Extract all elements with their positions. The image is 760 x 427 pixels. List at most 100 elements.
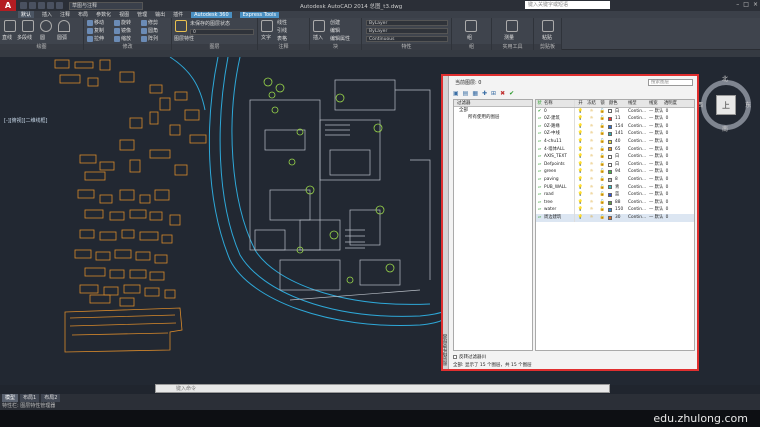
sun-icon[interactable]: ☼ <box>586 199 597 207</box>
unlock-icon[interactable]: 🔓 <box>597 108 608 116</box>
layer-name[interactable]: water <box>543 206 575 214</box>
sun-icon[interactable]: ☼ <box>586 206 597 214</box>
layer-lineweight[interactable]: — 默认 <box>649 115 664 123</box>
bulb-icon[interactable]: 💡 <box>575 108 586 116</box>
col-name[interactable]: 名称 <box>543 100 575 107</box>
layer-transparency[interactable]: 0 <box>664 168 670 176</box>
invert-filter-checkbox[interactable] <box>453 354 457 359</box>
unlock-icon[interactable]: 🔓 <box>597 184 608 192</box>
unlock-icon[interactable]: 🔓 <box>597 176 608 184</box>
move-tool[interactable]: 移动 <box>87 19 104 26</box>
col-transparency[interactable]: 透明度 <box>664 100 677 107</box>
col-freeze[interactable]: 冻结 <box>586 100 597 107</box>
bulb-icon[interactable]: 💡 <box>575 176 586 184</box>
mirror-tool[interactable]: 镜像 <box>114 27 131 34</box>
layer-row[interactable]: ▱ 0Z-路缘 💡 ☼ 🔓 154 Contin... — 默认 0 <box>536 122 694 131</box>
layer-lineweight[interactable]: — 默认 <box>649 168 664 176</box>
layer-properties-icon[interactable] <box>175 20 187 32</box>
bulb-icon[interactable]: 💡 <box>575 214 586 222</box>
polyline-label[interactable]: 多段线 <box>17 34 32 41</box>
layer-transparency[interactable]: 0 <box>664 176 670 184</box>
rotate-tool[interactable]: 旋转 <box>114 19 131 26</box>
layer-transparency[interactable]: 0 <box>664 191 670 199</box>
layer-lineweight[interactable]: — 默认 <box>649 130 664 138</box>
insert-block-icon[interactable] <box>313 20 325 32</box>
tab-model[interactable]: 模型 <box>2 394 19 402</box>
bulb-icon[interactable]: 💡 <box>575 184 586 192</box>
layer-linetype[interactable]: Contin... <box>628 191 649 199</box>
layer-status-icon[interactable]: ▱ <box>536 214 543 222</box>
layer-status-icon[interactable]: ▱ <box>536 153 543 161</box>
layer-color[interactable]: 154 <box>614 123 628 131</box>
layer-status-icon[interactable]: ▱ <box>536 199 543 207</box>
bulb-icon[interactable]: 💡 <box>575 191 586 199</box>
layer-row[interactable]: ▱ PUB_WALL 💡 ☼ 🔓 青 Contin... — 默认 0 <box>536 183 694 192</box>
stretch-tool[interactable]: 拉伸 <box>87 35 104 42</box>
arc-icon[interactable] <box>58 20 70 32</box>
sun-icon[interactable]: ☼ <box>586 146 597 154</box>
filter-used-layers[interactable]: 所有使用的图层 <box>454 114 532 121</box>
linetype-dropdown[interactable]: Continuous <box>366 36 448 42</box>
tab-view[interactable]: 视图 <box>119 11 129 18</box>
layer-transparency[interactable]: 0 <box>664 199 670 207</box>
layer-status-icon[interactable]: ▱ <box>536 146 543 154</box>
tab-layout2[interactable]: 布局2 <box>41 394 61 402</box>
open-icon[interactable] <box>29 2 36 9</box>
layer-name[interactable]: 0Z-建筑 <box>543 115 575 123</box>
layer-row[interactable]: ▱ 4-墙体ALL 💡 ☼ 🔓 65 Contin... — 默认 0 <box>536 145 694 154</box>
new-vp-layer-icon[interactable]: ⊞ <box>491 90 496 97</box>
copy-tool[interactable]: 复制 <box>87 27 104 34</box>
text-icon[interactable] <box>261 20 273 32</box>
workspace-select[interactable]: 草图与注释 <box>69 1 143 10</box>
layer-row[interactable]: ▱ AXIS_TEXT 💡 ☼ 🔓 白 Contin... — 默认 0 <box>536 153 694 161</box>
layer-linetype[interactable]: Contin... <box>628 168 649 176</box>
layer-status-icon[interactable]: ▱ <box>536 176 543 184</box>
layer-status-icon[interactable]: ▱ <box>536 168 543 176</box>
layer-status-icon[interactable]: ▱ <box>536 184 543 192</box>
bulb-icon[interactable]: 💡 <box>575 146 586 154</box>
edit-attribute-label[interactable]: 编辑属性 <box>330 35 350 42</box>
layer-dropdown[interactable]: 0 <box>190 29 254 35</box>
unlock-icon[interactable]: 🔓 <box>597 214 608 222</box>
new-filter-icon[interactable]: ▣ <box>453 90 459 97</box>
group-icon[interactable] <box>465 20 477 32</box>
save-icon[interactable] <box>38 2 45 9</box>
layer-transparency[interactable]: 0 <box>664 130 670 138</box>
layer-transparency[interactable]: 0 <box>664 108 670 116</box>
layer-lineweight[interactable]: — 默认 <box>649 191 664 199</box>
layer-row[interactable]: ▱ 0Z-中线 💡 ☼ 🔓 141 Contin... — 默认 0 <box>536 130 694 138</box>
layer-lineweight[interactable]: — 默认 <box>649 123 664 131</box>
bulb-icon[interactable]: 💡 <box>575 206 586 214</box>
layer-color[interactable]: 11 <box>614 115 628 123</box>
insert-label[interactable]: 插入 <box>313 34 323 41</box>
layer-linetype[interactable]: Contin... <box>628 199 649 207</box>
bulb-icon[interactable]: 💡 <box>575 168 586 176</box>
layer-row[interactable]: ▱ paving 💡 ☼ 🔓 8 Contin... — 默认 0 <box>536 175 694 184</box>
layer-name[interactable]: 0Z-中线 <box>543 130 575 138</box>
layer-status-icon[interactable]: ▱ <box>536 115 543 123</box>
sun-icon[interactable]: ☼ <box>586 184 597 192</box>
redo-icon[interactable] <box>56 2 63 9</box>
sun-icon[interactable]: ☼ <box>586 161 597 169</box>
search-input[interactable]: 键入关键字或短语 <box>525 1 610 9</box>
layer-linetype[interactable]: Contin... <box>628 176 649 184</box>
sun-icon[interactable]: ☼ <box>586 130 597 138</box>
layer-lineweight[interactable]: — 默认 <box>649 161 664 169</box>
layer-color[interactable]: 青 <box>614 184 628 192</box>
layer-color[interactable]: 40 <box>614 138 628 146</box>
layer-linetype[interactable]: Contin... <box>628 115 649 123</box>
color-dropdown[interactable]: ByLayer <box>366 20 448 26</box>
layer-transparency[interactable]: 0 <box>664 115 670 123</box>
unlock-icon[interactable]: 🔓 <box>597 146 608 154</box>
table-label[interactable]: 表格 <box>277 35 287 42</box>
text-label[interactable]: 文字 <box>261 34 271 41</box>
close-icon[interactable]: × <box>753 1 758 8</box>
line-label[interactable]: 直线 <box>2 34 12 41</box>
new-icon[interactable] <box>20 2 27 9</box>
circle-label[interactable]: 圆 <box>40 34 45 41</box>
measure-label[interactable]: 测量 <box>504 34 514 41</box>
layer-color[interactable]: 141 <box>614 130 628 138</box>
layer-status-icon[interactable]: ▱ <box>536 130 543 138</box>
layer-linetype[interactable]: Contin... <box>628 108 649 116</box>
unlock-icon[interactable]: 🔓 <box>597 199 608 207</box>
